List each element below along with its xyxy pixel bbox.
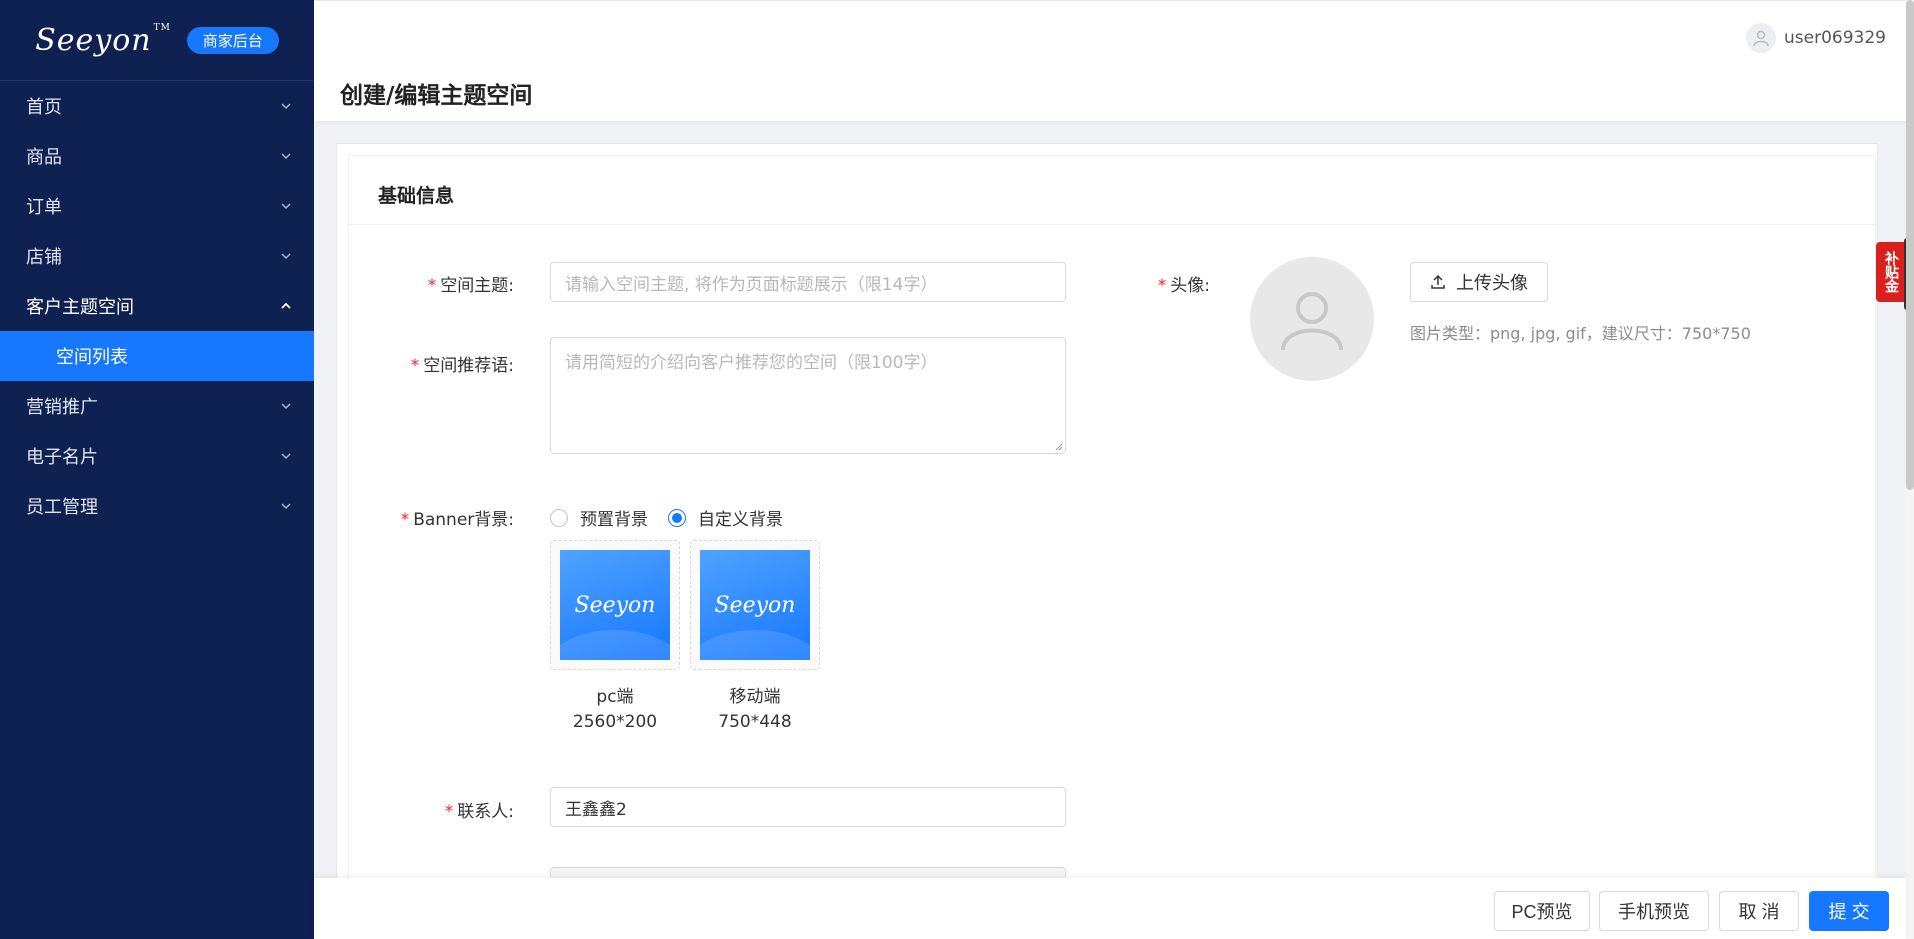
required-mark: * xyxy=(1157,276,1167,296)
recommend-textarea[interactable]: 请用简短的介绍向客户推荐您的空间（限100字） xyxy=(550,337,1066,454)
sidebar-item-orders[interactable]: 订单 xyxy=(0,181,314,231)
cancel-button[interactable]: 取 消 xyxy=(1719,891,1799,931)
user-menu[interactable]: user069329 xyxy=(1746,23,1886,53)
theme-label: * 空间主题: xyxy=(427,276,514,296)
chevron-down-icon xyxy=(281,403,291,410)
chevron-down-icon xyxy=(281,153,291,160)
avatar-label: * 头像: xyxy=(1157,276,1210,296)
sidebar-item-marketing[interactable]: 营销推广 xyxy=(0,381,314,431)
resize-grip-icon[interactable] xyxy=(1053,441,1063,451)
submit-button[interactable]: 提 交 xyxy=(1809,891,1889,931)
theme-input[interactable]: 请输入空间主题, 将作为页面标题展示（限14字） xyxy=(550,262,1066,302)
sidebar-item-label: 商品 xyxy=(26,147,62,168)
sidebar-item-label: 员工管理 xyxy=(26,497,98,518)
upload-icon xyxy=(1431,274,1445,289)
banner-image-pc: Seeyon xyxy=(560,550,670,660)
banner-thumb-mobile[interactable]: Seeyon xyxy=(690,540,820,670)
sidebar-item-customer-space[interactable]: 客户主题空间 xyxy=(0,281,314,331)
sidebar-menu: 首页 商品 订单 店铺 客户主题空间 空间列表 营销推广 电子名片 员工管理 xyxy=(0,81,314,531)
pc-preview-button[interactable]: PC预览 xyxy=(1494,891,1590,931)
scrollbar-thumb[interactable] xyxy=(1906,0,1914,490)
sidebar-item-label: 店铺 xyxy=(26,247,62,268)
section-title: 基础信息 xyxy=(378,185,455,207)
thumb-caption-pc: pc端 2560*200 xyxy=(572,687,658,732)
radio-preset[interactable] xyxy=(550,508,568,527)
chevron-down-icon xyxy=(281,453,291,460)
sidebar-item-label: 订单 xyxy=(26,197,62,218)
sidebar-item-label: 首页 xyxy=(26,97,62,118)
recommend-label: * 空间推荐语: xyxy=(410,356,514,376)
theme-placeholder: 请输入空间主题, 将作为页面标题展示（限14字） xyxy=(565,274,938,295)
contact-label: * 联系人: xyxy=(444,802,514,822)
contact-input[interactable]: 王鑫鑫2 xyxy=(550,787,1066,827)
logo-area: Seeyon TM 商家后台 xyxy=(0,0,314,81)
sidebar-item-staff[interactable]: 员工管理 xyxy=(0,481,314,531)
upload-label: 上传头像 xyxy=(1456,273,1528,294)
radio-custom-label[interactable]: 自定义背景 xyxy=(698,505,783,530)
chevron-down-icon xyxy=(281,203,291,210)
username: user069329 xyxy=(1784,28,1886,48)
avatar-placeholder xyxy=(1250,257,1374,381)
radio-preset-label[interactable]: 预置背景 xyxy=(580,505,648,530)
thumb-logo: Seeyon xyxy=(574,592,656,618)
chevron-down-icon xyxy=(281,503,291,510)
page-title: 创建/编辑主题空间 xyxy=(340,83,533,109)
radio-custom[interactable] xyxy=(668,508,686,527)
upload-avatar-button[interactable]: 上传头像 xyxy=(1410,262,1548,302)
banner-image-mobile: Seeyon xyxy=(700,550,810,660)
thumb-logo: Seeyon xyxy=(714,592,796,618)
sidebar-item-label: 营销推广 xyxy=(26,397,98,418)
page-header: user069329 创建/编辑主题空间 xyxy=(314,0,1910,121)
chevron-up-icon xyxy=(281,302,291,309)
bonus-tag[interactable]: 补贴金 xyxy=(1876,242,1906,302)
sidebar-item-products[interactable]: 商品 xyxy=(0,131,314,181)
thumb-caption-mobile: 移动端 750*448 xyxy=(718,687,792,732)
required-mark: * xyxy=(400,510,410,530)
mobile-preview-button[interactable]: 手机预览 xyxy=(1599,891,1709,931)
banner-radio-group: 预置背景 自定义背景 xyxy=(550,505,803,530)
sidebar-item-label: 客户主题空间 xyxy=(26,297,134,318)
recommend-placeholder: 请用简短的介绍向客户推荐您的空间（限100字） xyxy=(565,353,938,373)
banner-label: * Banner背景: xyxy=(400,510,514,530)
sidebar-item-ecard[interactable]: 电子名片 xyxy=(0,431,314,481)
sidebar-item-home[interactable]: 首页 xyxy=(0,81,314,131)
banner-thumb-pc[interactable]: Seeyon xyxy=(550,540,680,670)
required-mark: * xyxy=(427,276,437,296)
chevron-down-icon xyxy=(281,103,291,110)
sidebar: Seeyon TM 商家后台 首页 商品 订单 店铺 客户主题空间 空间列表 营销… xyxy=(0,0,314,939)
user-avatar-icon xyxy=(1746,23,1777,53)
merchant-badge: 商家后台 xyxy=(186,26,279,54)
sidebar-subitem-space-list[interactable]: 空间列表 xyxy=(0,331,314,381)
user-placeholder-icon xyxy=(1281,292,1343,351)
contact-value: 王鑫鑫2 xyxy=(565,799,627,820)
required-mark: * xyxy=(444,802,454,822)
sidebar-item-label: 电子名片 xyxy=(26,447,98,468)
upload-hint: 图片类型：png, jpg, gif，建议尺寸：750*750 xyxy=(1410,324,1751,343)
divider xyxy=(349,224,1876,225)
brand-logo: Seeyon TM xyxy=(35,22,171,58)
required-mark: * xyxy=(410,356,420,376)
chevron-down-icon xyxy=(281,253,291,260)
sidebar-item-store[interactable]: 店铺 xyxy=(0,231,314,281)
